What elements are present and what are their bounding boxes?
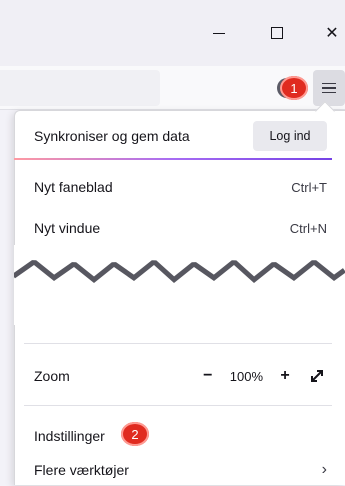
minimize-icon	[213, 32, 225, 34]
menu-item-label: Indstillinger	[34, 428, 105, 444]
separator	[24, 343, 332, 344]
separator	[24, 405, 332, 406]
menu-item-new-tab[interactable]: Nyt faneblad Ctrl+T	[34, 171, 327, 203]
close-icon: ✕	[325, 25, 339, 42]
menu-item-label: Nyt vindue	[34, 220, 101, 236]
zoom-label: Zoom	[34, 368, 70, 384]
title-bar: ✕	[0, 0, 345, 66]
hamburger-icon	[322, 82, 336, 85]
login-button[interactable]: Log ind	[253, 121, 327, 151]
sync-label: Synkroniser og gem data	[34, 128, 190, 144]
close-button[interactable]: ✕	[309, 18, 345, 48]
chevron-right-icon: ›	[321, 461, 327, 478]
menu-item-label: Nyt faneblad	[34, 179, 113, 195]
fullscreen-icon	[311, 370, 323, 382]
zoom-out-button[interactable]: −	[198, 366, 218, 386]
sync-row: Synkroniser og gem data Log ind	[34, 120, 327, 152]
hamburger-icon-line	[322, 91, 336, 94]
menu-item-shortcut: Ctrl+N	[289, 220, 327, 236]
annotation-badge-2: 2	[121, 422, 149, 446]
menu-item-shortcut: Ctrl+T	[291, 179, 327, 195]
torn-edge-gap	[14, 245, 345, 325]
zoom-controls: − 100% +	[198, 366, 327, 386]
fullscreen-button[interactable]	[307, 366, 327, 386]
menu-item-new-window[interactable]: Nyt vindue Ctrl+N	[34, 212, 327, 244]
hamburger-icon-line	[322, 87, 336, 89]
minimize-button[interactable]	[196, 18, 242, 48]
url-bar[interactable]	[0, 70, 160, 106]
menu-item-label: Flere værktøjer	[34, 462, 129, 478]
zoom-row: Zoom − 100% +	[34, 360, 327, 392]
sync-divider	[14, 158, 332, 160]
zoom-in-button[interactable]: +	[275, 366, 295, 386]
maximize-button[interactable]	[254, 18, 300, 48]
annotation-badge-1: 1	[280, 76, 308, 100]
app-menu-button[interactable]	[313, 70, 345, 106]
menu-item-settings[interactable]: Indstillinger	[34, 420, 105, 452]
maximize-icon	[271, 27, 283, 39]
zoom-value[interactable]: 100%	[230, 369, 263, 384]
menu-item-more-tools[interactable]: Flere værktøjer ›	[34, 454, 327, 486]
